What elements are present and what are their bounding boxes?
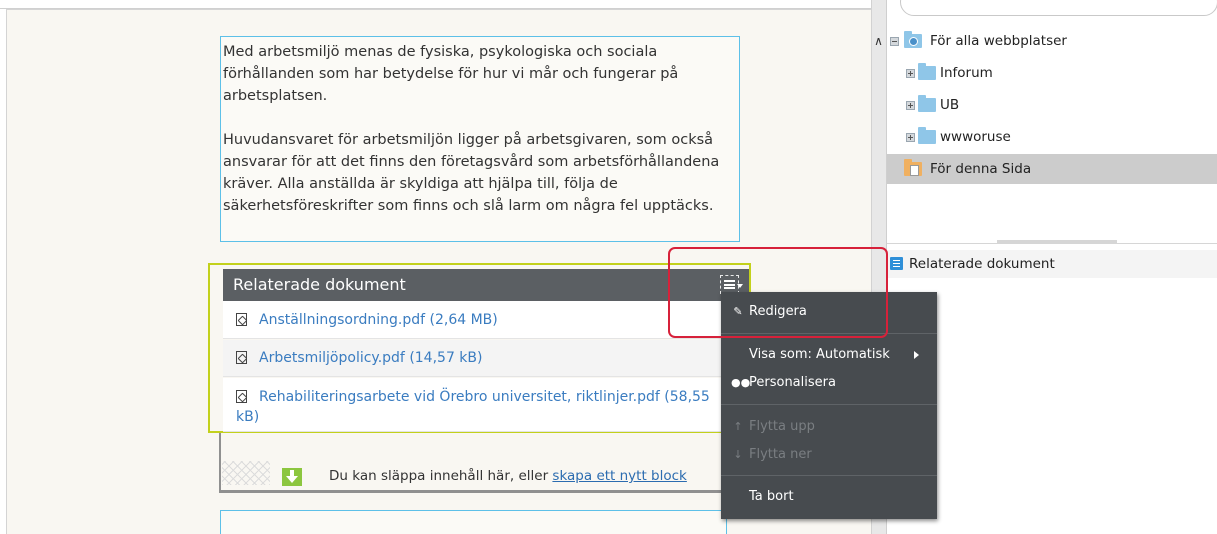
menu-divider bbox=[721, 475, 937, 476]
drop-hatch-pattern bbox=[222, 461, 270, 485]
document-link[interactable]: Anställningsordning.pdf bbox=[259, 312, 425, 328]
expand-icon[interactable] bbox=[906, 69, 915, 78]
pdf-icon bbox=[236, 313, 247, 326]
panel-divider bbox=[887, 243, 1217, 244]
chevron-right-icon bbox=[914, 351, 919, 359]
content-drop-zone[interactable]: Du kan släppa innehåll här, eller skapa … bbox=[219, 433, 751, 493]
paragraph-2: Huvudansvaret för arbetsmiljön ligger på… bbox=[223, 132, 720, 214]
users-icon: ●● bbox=[731, 376, 751, 389]
folder-icon bbox=[918, 95, 936, 112]
menu-item-display-as[interactable]: Visa som: Automatisk bbox=[721, 343, 937, 367]
tree-item-label: UB bbox=[940, 97, 960, 113]
menu-item-label: Ta bort bbox=[749, 489, 794, 504]
cms-editor-window: Med arbetsmiljö menas de fysiska, psykol… bbox=[0, 0, 1217, 534]
document-row[interactable]: Rehabiliteringsarbete vid Örebro univers… bbox=[223, 378, 725, 432]
block-icon bbox=[890, 257, 903, 270]
folder-icon bbox=[918, 63, 936, 80]
search-input[interactable] bbox=[900, 0, 1217, 16]
menu-item-label: Visa som: Automatisk bbox=[749, 347, 890, 362]
expand-icon[interactable] bbox=[906, 133, 915, 142]
tree-item-wwworuse[interactable]: wwworuse bbox=[887, 122, 1217, 152]
expand-icon[interactable] bbox=[906, 101, 915, 110]
menu-item-personalize[interactable]: ●● Personalisera bbox=[721, 371, 937, 395]
menu-item-label: Flytta upp bbox=[749, 419, 815, 434]
tree-item-label: För denna Sida bbox=[930, 161, 1032, 177]
document-row[interactable]: Anställningsordning.pdf (2,64 MB) bbox=[223, 301, 725, 339]
pdf-icon bbox=[236, 351, 247, 364]
arrow-up-icon: ↑ bbox=[733, 420, 743, 433]
tree-item-label: För alla webbplatser bbox=[930, 33, 1067, 49]
drop-zone-text: Du kan släppa innehåll här, eller skapa … bbox=[329, 468, 687, 484]
tree-item-label: Inforum bbox=[940, 65, 993, 81]
block-list-item[interactable]: Relaterade dokument bbox=[887, 250, 1217, 278]
collapse-icon[interactable] bbox=[890, 37, 899, 46]
menu-item-label: Flytta ner bbox=[749, 447, 812, 462]
document-size: (2,64 MB) bbox=[429, 312, 498, 328]
page-folder-icon bbox=[904, 159, 922, 176]
folder-icon bbox=[918, 127, 936, 144]
chevron-up-icon[interactable]: ∧ bbox=[871, 34, 886, 48]
tree-item-root[interactable]: För alla webbplatser bbox=[887, 26, 1217, 56]
pdf-icon bbox=[236, 390, 247, 403]
document-link[interactable]: Arbetsmiljöpolicy.pdf bbox=[259, 350, 405, 366]
text-content-block[interactable]: Med arbetsmiljö menas de fysiska, psykol… bbox=[220, 36, 740, 242]
tree-item-inforum[interactable]: Inforum bbox=[887, 58, 1217, 88]
menu-item-move-up: ↑ Flytta upp bbox=[721, 415, 937, 439]
block-list-label: Relaterade dokument bbox=[909, 256, 1055, 272]
menu-divider bbox=[721, 404, 937, 405]
menu-item-label: Personalisera bbox=[749, 375, 836, 390]
globe-folder-icon bbox=[904, 31, 922, 48]
tree-item-ub[interactable]: UB bbox=[887, 90, 1217, 120]
tree-item-this-page[interactable]: För denna Sida bbox=[887, 154, 1217, 184]
document-size: (14,57 kB) bbox=[409, 350, 483, 366]
arrow-down-icon: ↓ bbox=[733, 448, 743, 461]
top-toolbar-edge bbox=[0, 0, 886, 9]
create-block-link[interactable]: skapa ett nytt block bbox=[552, 468, 686, 484]
paragraph-1: Med arbetsmiljö menas de fysiska, psykol… bbox=[223, 44, 679, 104]
menu-item-remove[interactable]: Ta bort bbox=[721, 485, 937, 509]
arrow-down-icon bbox=[282, 468, 302, 486]
block-title: Relaterade dokument bbox=[233, 275, 406, 294]
annotation-highlight bbox=[668, 247, 888, 338]
tree-item-label: wwworuse bbox=[940, 129, 1011, 145]
menu-item-move-down: ↓ Flytta ner bbox=[721, 443, 937, 467]
next-content-block[interactable] bbox=[220, 510, 727, 534]
document-link[interactable]: Rehabiliteringsarbete vid Örebro univers… bbox=[259, 389, 660, 405]
document-row[interactable]: Arbetsmiljöpolicy.pdf (14,57 kB) bbox=[223, 340, 725, 377]
drop-zone-label: Du kan släppa innehåll här, eller bbox=[329, 468, 549, 484]
